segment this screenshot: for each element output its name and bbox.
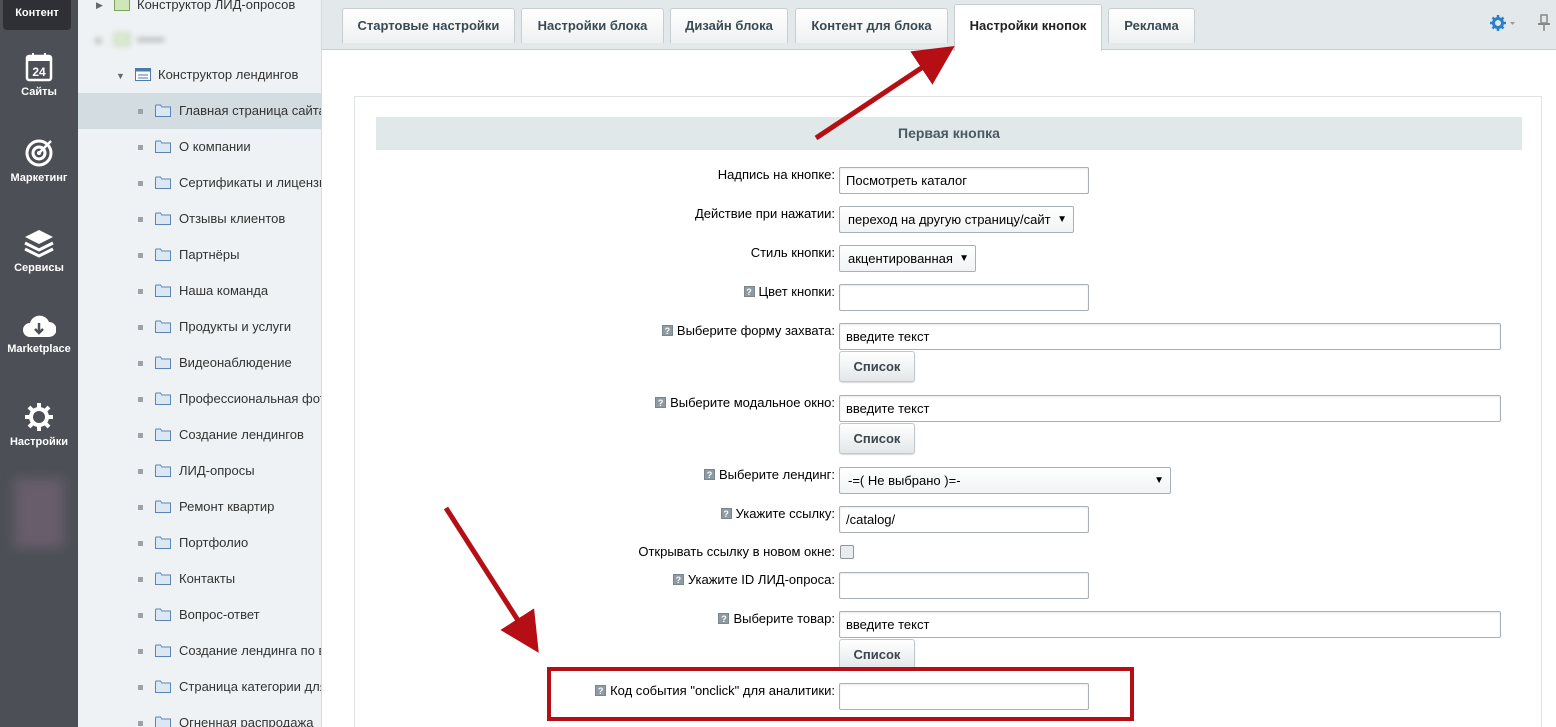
arrow-to-tab [814, 45, 955, 141]
annotation-arrows [443, 45, 955, 653]
arrow-to-onclick [443, 506, 539, 653]
